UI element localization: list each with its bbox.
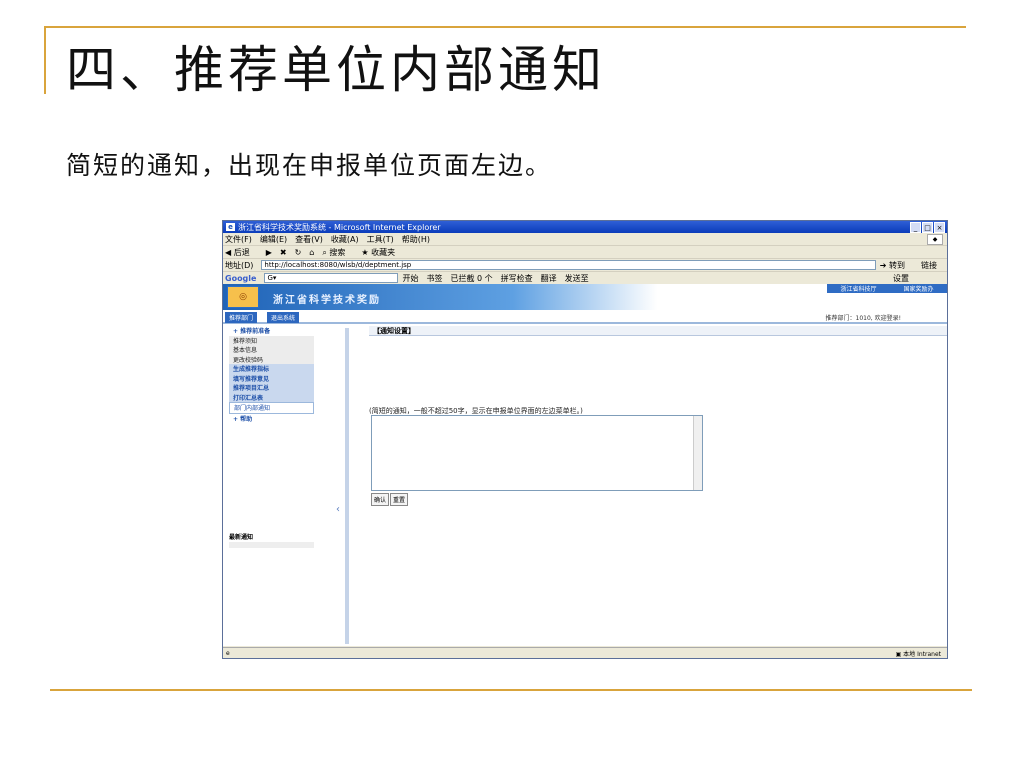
page-icon: e (226, 649, 230, 657)
site-logo: ◎ (227, 286, 259, 308)
browser-window: e 浙江省科学技术奖励系统 - Microsoft Internet Explo… (222, 220, 948, 659)
menu-edit[interactable]: 编辑(E) (260, 234, 287, 245)
sidebar-item-summary[interactable]: 推荐项目汇总 (229, 383, 314, 393)
sidebar-item-basic-info[interactable]: 基本信息 (229, 345, 314, 355)
slide-top-rule (44, 26, 966, 28)
menu-help[interactable]: 帮助(H) (402, 234, 430, 245)
sidebar-item-prep[interactable]: + 推荐前准备 (229, 326, 314, 336)
collapse-arrow-icon[interactable]: ‹ (336, 504, 340, 515)
sidebar-item-internal-notice[interactable]: 部门内部通知 (229, 402, 314, 414)
go-button[interactable]: ➔ 转到 (880, 260, 913, 271)
translate-button[interactable]: 翻译 (541, 273, 557, 284)
address-bar: 地址(D) http://localhost:8080/wlsb/d/deptm… (223, 259, 947, 272)
reset-button[interactable]: 重置 (390, 493, 409, 506)
confirm-button[interactable]: 确认 (371, 493, 390, 506)
popup-blocked-status[interactable]: 已拦截 0 个 (450, 273, 492, 284)
forward-button[interactable]: ▶ (266, 248, 272, 257)
tab-logout[interactable]: 退出系统 (267, 312, 300, 323)
sidebar-divider (345, 328, 349, 644)
standard-toolbar: ◀ 后退 ▶ ✖ ↻ ⌂ ⌕ 搜索 ★ 收藏夹 (223, 246, 947, 259)
status-bar: e ▣ 本地 Intranet (223, 647, 947, 658)
google-settings-button[interactable]: 设置 (893, 273, 909, 284)
spellcheck-button[interactable]: 拼写检查 (501, 273, 533, 284)
maximize-button[interactable]: □ (922, 222, 933, 233)
ie-icon: e (226, 223, 235, 231)
sidebar-item-notice[interactable]: 推荐须知 (229, 335, 314, 345)
search-button[interactable]: ⌕ 搜索 (322, 247, 353, 258)
back-button[interactable]: ◀ 后退 (225, 247, 258, 258)
google-bookmarks-button[interactable]: 书签 (426, 273, 442, 284)
sidebar-item-change-code[interactable]: 更改校验码 (229, 354, 314, 364)
panel-title: 【通知设置】 (369, 326, 947, 336)
send-to-button[interactable]: 发送至 (565, 273, 589, 284)
status-zone: ▣ 本地 Intranet (895, 651, 941, 658)
window-controls: _ □ × (910, 222, 945, 233)
windows-logo-icon: ◆ (927, 234, 943, 245)
menu-tools[interactable]: 工具(T) (367, 234, 394, 245)
welcome-text: 推荐部门：1010, 欢迎登录! (825, 315, 902, 322)
menu-favorites[interactable]: 收藏(A) (331, 234, 359, 245)
nav-strip: 推荐部门 退出系统 推荐部门：1010, 欢迎登录! (223, 310, 947, 324)
slide-subtitle: 简短的通知，出现在申报单位页面左边。 (66, 151, 553, 180)
link-provincial-dept[interactable]: 浙江省科技厅 (840, 284, 876, 293)
site-name: 浙江省科学技术奖励 (273, 295, 381, 306)
title-bar: e 浙江省科学技术奖励系统 - Microsoft Internet Explo… (223, 221, 947, 233)
address-input[interactable]: http://localhost:8080/wlsb/d/deptment.js… (261, 260, 876, 270)
latest-news-box (229, 542, 314, 548)
textarea-scrollbar[interactable] (693, 416, 702, 490)
sidebar-item-fill-opinion[interactable]: 填写推荐意见 (229, 373, 314, 383)
stop-icon[interactable]: ✖ (280, 248, 287, 257)
slide-title: 四、推荐单位内部通知 (66, 41, 606, 99)
address-label: 地址(D) (225, 260, 254, 270)
window-title: 浙江省科学技术奖励系统 - Microsoft Internet Explore… (238, 222, 441, 232)
menu-bar: 文件(F) 编辑(E) 查看(V) 收藏(A) 工具(T) 帮助(H) ◆ (223, 233, 947, 246)
google-search-input[interactable]: G▾ (264, 273, 399, 283)
slide-left-accent (44, 26, 46, 94)
latest-news-title: 最新通知 (229, 534, 254, 541)
slide-bottom-rule (50, 689, 972, 691)
notice-textarea[interactable] (371, 415, 703, 491)
page-content: ◎ 浙江省科学技术奖励 浙江省科技厅 国家奖励办 推荐部门 退出系统 推荐部门：… (223, 284, 947, 646)
top-links: 浙江省科技厅 国家奖励办 (827, 284, 947, 293)
sidebar-item-print[interactable]: 打印汇总表 (229, 392, 314, 402)
menu-view[interactable]: 查看(V) (295, 234, 323, 245)
minimize-button[interactable]: _ (910, 222, 921, 233)
sidebar: + 推荐前准备 推荐须知 基本信息 更改校验码 生成推荐指标 填写推荐意见 推荐… (229, 326, 314, 423)
site-banner: ◎ 浙江省科学技术奖励 浙江省科技厅 国家奖励办 (223, 284, 947, 310)
form-buttons: 确认 重置 (371, 493, 409, 506)
home-icon[interactable]: ⌂ (309, 248, 314, 257)
tab-recommend-dept[interactable]: 推荐部门 (225, 312, 258, 323)
refresh-icon[interactable]: ↻ (295, 248, 302, 257)
favorites-button[interactable]: ★ 收藏夹 (361, 247, 403, 258)
link-national-office[interactable]: 国家奖励办 (903, 284, 933, 293)
google-start-button[interactable]: 开始 (402, 273, 418, 284)
sidebar-item-help[interactable]: + 帮助 (229, 414, 314, 424)
menu-file[interactable]: 文件(F) (225, 234, 252, 245)
google-logo: Google (225, 273, 257, 283)
close-button[interactable]: × (934, 222, 945, 233)
links-button[interactable]: 链接 (921, 260, 937, 271)
sidebar-item-generate-quota[interactable]: 生成推荐指标 (229, 364, 314, 374)
